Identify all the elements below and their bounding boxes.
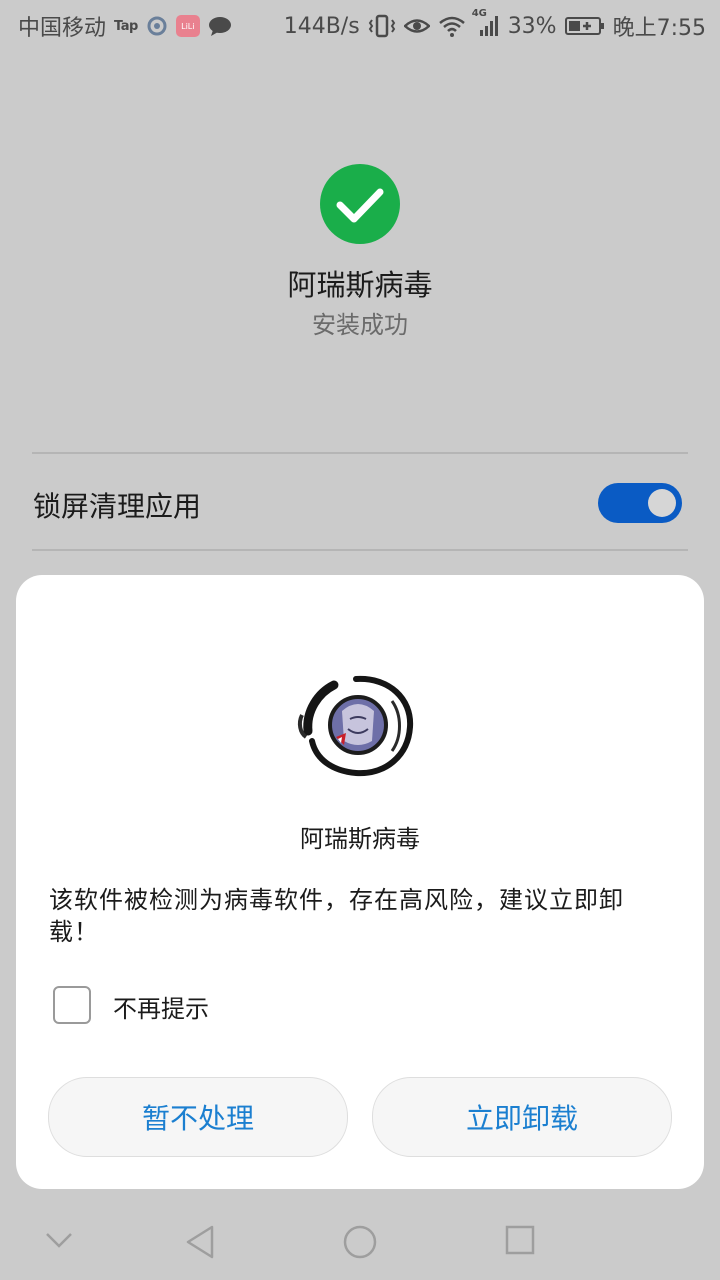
ignore-button[interactable]: 暂不处理	[48, 1077, 348, 1157]
checkmark-icon	[336, 188, 384, 223]
status-bar: 中国移动 Tap LiLi 144B/s 4G 33% 晚上7:55	[0, 0, 720, 48]
dont-remind-checkbox[interactable]	[53, 986, 91, 1024]
chat-bubble-icon	[208, 15, 232, 37]
toggle-knob	[648, 489, 676, 517]
screen: 中国移动 Tap LiLi 144B/s 4G 33% 晚上7:55 阿瑞斯病毒…	[0, 0, 720, 1280]
lock-screen-clean-label: 锁屏清理应用	[33, 490, 202, 523]
wifi-icon	[438, 14, 466, 38]
install-status: 安装成功	[312, 311, 408, 339]
net-speed: 144B/s	[283, 13, 360, 39]
vibrate-icon	[368, 14, 396, 38]
carrier-label: 中国移动	[18, 16, 107, 41]
success-badge	[320, 164, 400, 244]
back-icon[interactable]	[184, 1224, 216, 1264]
virus-warning-message: 该软件被检测为病毒软件，存在高风险，建议立即卸载！	[49, 886, 624, 946]
clock: 晚上7:55	[612, 16, 706, 41]
app-logo-icon	[294, 671, 418, 781]
dont-remind-label[interactable]: 不再提示	[113, 989, 209, 1024]
navigation-bar	[0, 1200, 720, 1280]
tap-app-icon: Tap	[114, 18, 138, 34]
eye-icon	[403, 15, 430, 37]
dialog-app-name: 阿瑞斯病毒	[300, 825, 420, 853]
virus-warning-dialog: 阿瑞斯病毒 该软件被检测为病毒软件，存在高风险，建议立即卸载！ 不再提示 暂不处…	[16, 575, 704, 1189]
status-bar-left: 中国移动 Tap LiLi	[18, 10, 232, 42]
chevron-down-icon[interactable]	[44, 1230, 74, 1254]
target-app-icon	[146, 15, 168, 37]
status-bar-right: 144B/s 4G 33% 晚上7:55	[283, 8, 706, 42]
recents-icon[interactable]	[504, 1224, 536, 1260]
divider-top	[32, 452, 688, 454]
uninstall-now-button[interactable]: 立即卸载	[372, 1077, 672, 1157]
battery-percent: 33%	[507, 13, 557, 39]
battery-charging-icon	[564, 15, 605, 37]
lili-app-icon: LiLi	[175, 15, 200, 37]
cellular-signal-icon: 4G	[472, 8, 500, 38]
lock-screen-clean-toggle[interactable]	[598, 483, 682, 523]
installed-app-name: 阿瑞斯病毒	[287, 268, 433, 302]
divider-bottom	[32, 549, 688, 551]
network-type-label: 4G	[471, 8, 487, 19]
home-icon[interactable]	[342, 1224, 378, 1264]
